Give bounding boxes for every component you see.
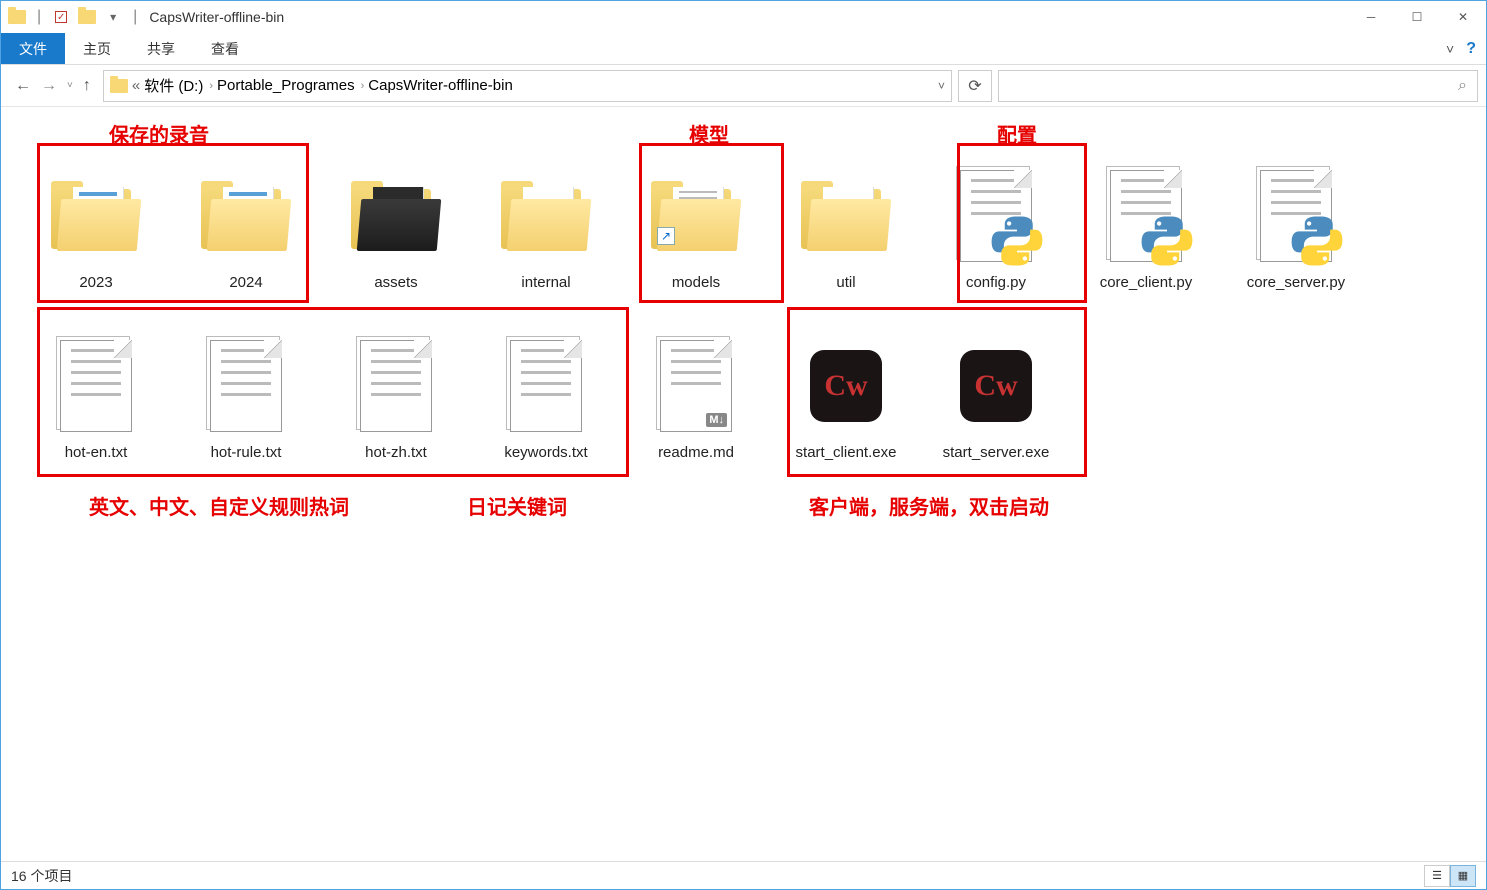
address-bar[interactable]: « 软件 (D:)› Portable_Programes› CapsWrite…: [103, 70, 952, 102]
properties-qat-icon[interactable]: ✓: [49, 5, 73, 29]
status-bar: 16 个项目 ☰ ▦: [1, 861, 1486, 889]
cw-app-icon: Cw: [810, 350, 882, 422]
file-readme[interactable]: readme.md: [621, 307, 771, 477]
maximize-button[interactable]: ☐: [1394, 1, 1440, 33]
annotation-models: 模型: [689, 119, 729, 148]
help-icon[interactable]: ?: [1466, 40, 1476, 58]
folder-qat-icon[interactable]: [5, 5, 29, 29]
minimize-button[interactable]: ─: [1348, 1, 1394, 33]
annotation-recordings: 保存的录音: [109, 119, 209, 148]
qat-divider: |: [37, 8, 41, 26]
file-keywords[interactable]: keywords.txt: [471, 307, 621, 477]
file-core-server[interactable]: core_server.py: [1221, 137, 1371, 307]
label-util: util: [836, 274, 855, 291]
file-start-server[interactable]: Cw start_server.exe: [921, 307, 1071, 477]
tab-home[interactable]: 主页: [65, 33, 129, 64]
label-core-server: core_server.py: [1247, 274, 1345, 291]
file-hot-zh[interactable]: hot-zh.txt: [321, 307, 471, 477]
crumb-portable[interactable]: Portable_Programes›: [217, 77, 364, 94]
tab-share[interactable]: 共享: [129, 33, 193, 64]
annotation-launchers: 客户端，服务端，双击启动: [809, 491, 1049, 520]
folder-models[interactable]: ↗ models: [621, 137, 771, 307]
annotation-config: 配置: [997, 119, 1037, 148]
address-dropdown-icon[interactable]: ˅: [938, 79, 945, 93]
search-box[interactable]: ⌕: [998, 70, 1478, 102]
crumb-drive[interactable]: 软件 (D:)›: [144, 75, 213, 96]
label-hot-en: hot-en.txt: [65, 444, 128, 461]
label-config: config.py: [966, 274, 1026, 291]
label-keywords: keywords.txt: [504, 444, 587, 461]
label-2023: 2023: [79, 274, 112, 291]
folder-2023[interactable]: 2023: [21, 137, 171, 307]
label-2024: 2024: [229, 274, 262, 291]
ribbon-tabs: 文件 主页 共享 查看 ˅ ?: [1, 33, 1486, 65]
file-core-client[interactable]: core_client.py: [1071, 137, 1221, 307]
label-internal: internal: [521, 274, 570, 291]
python-icon: [1289, 213, 1345, 269]
qat-dropdown-icon[interactable]: ▾: [101, 5, 125, 29]
label-assets: assets: [374, 274, 417, 291]
annotation-hotwords: 英文、中文、自定义规则热词: [89, 491, 349, 520]
label-hot-zh: hot-zh.txt: [365, 444, 427, 461]
tab-view[interactable]: 查看: [193, 33, 257, 64]
address-folder-icon: [110, 79, 128, 93]
label-start-server: start_server.exe: [943, 444, 1050, 461]
crumb-capswriter[interactable]: CapsWriter-offline-bin: [368, 77, 513, 94]
cw-app-icon: Cw: [960, 350, 1032, 422]
window-title: CapsWriter-offline-bin: [149, 9, 284, 25]
search-icon: ⌕: [1458, 77, 1467, 95]
folder-assets[interactable]: assets: [321, 137, 471, 307]
back-button[interactable]: ←: [15, 77, 31, 95]
folder-internal[interactable]: internal: [471, 137, 621, 307]
shortcut-arrow-icon: ↗: [657, 227, 675, 245]
qat-divider-2: |: [133, 8, 137, 26]
navbar: ← → ˅ ↑ « 软件 (D:)› Portable_Programes› C…: [1, 65, 1486, 107]
label-models: models: [672, 274, 720, 291]
label-readme: readme.md: [658, 444, 734, 461]
python-icon: [989, 213, 1045, 269]
file-start-client[interactable]: Cw start_client.exe: [771, 307, 921, 477]
details-view-button[interactable]: ☰: [1424, 865, 1450, 887]
ribbon-expand-icon[interactable]: ˅: [1446, 41, 1454, 57]
titlebar: | ✓ ▾ | CapsWriter-offline-bin ─ ☐ ✕: [1, 1, 1486, 33]
refresh-button[interactable]: ⟳: [958, 70, 992, 102]
file-config[interactable]: config.py: [921, 137, 1071, 307]
annotation-keywords: 日记关键词: [467, 491, 567, 520]
close-button[interactable]: ✕: [1440, 1, 1486, 33]
label-core-client: core_client.py: [1100, 274, 1193, 291]
item-count: 16 个项目: [11, 866, 72, 886]
file-hot-en[interactable]: hot-en.txt: [21, 307, 171, 477]
folder-2024[interactable]: 2024: [171, 137, 321, 307]
file-hot-rule[interactable]: hot-rule.txt: [171, 307, 321, 477]
folder-util[interactable]: util: [771, 137, 921, 307]
history-dropdown-icon[interactable]: ˅: [67, 80, 73, 91]
python-icon: [1139, 213, 1195, 269]
up-button[interactable]: ↑: [83, 77, 91, 95]
file-view[interactable]: 保存的录音 模型 配置 英文、中文、自定义规则热词 日记关键词 客户端，服务端，…: [1, 107, 1486, 861]
new-folder-qat-icon[interactable]: [75, 5, 99, 29]
label-hot-rule: hot-rule.txt: [211, 444, 282, 461]
address-chevrons: «: [132, 77, 140, 94]
label-start-client: start_client.exe: [796, 444, 897, 461]
icons-view-button[interactable]: ▦: [1450, 865, 1476, 887]
tab-file[interactable]: 文件: [1, 33, 65, 64]
forward-button[interactable]: →: [41, 77, 57, 95]
